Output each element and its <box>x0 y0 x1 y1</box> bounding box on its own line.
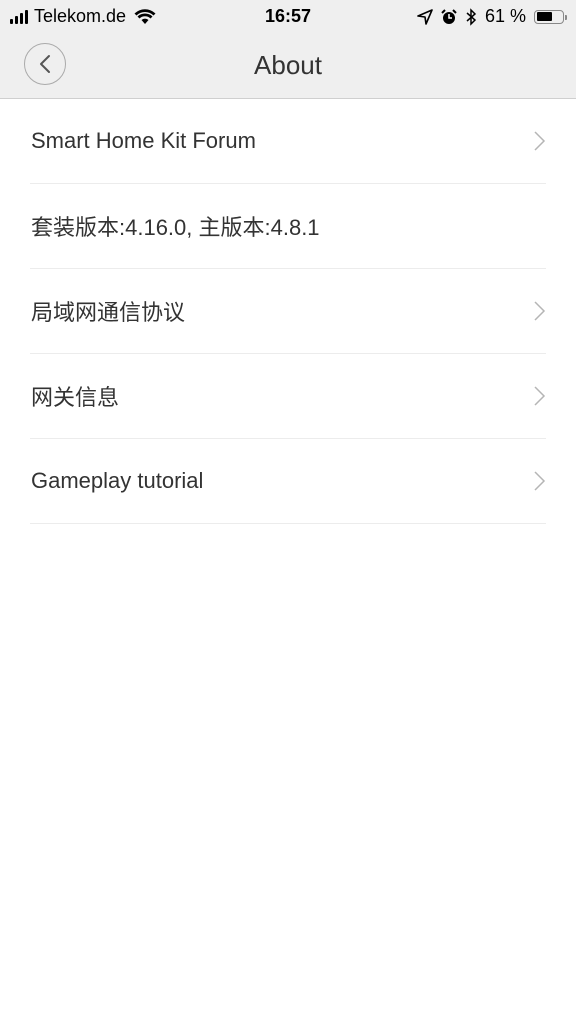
chevron-right-icon <box>534 301 546 321</box>
bluetooth-icon <box>466 7 477 26</box>
location-icon <box>417 8 433 25</box>
list-item-label: Smart Home Kit Forum <box>31 128 256 153</box>
page-title: About <box>254 50 322 80</box>
chevron-right-icon <box>534 131 546 151</box>
chevron-right-icon <box>534 471 546 491</box>
list-item-label: 局域网通信协议 <box>31 300 186 325</box>
battery-percent: 61 % <box>484 6 526 26</box>
list-item-forum[interactable]: Smart Home Kit Forum <box>30 99 546 184</box>
status-bar: Telekom.de 16:57 61 % <box>0 0 576 34</box>
list-item-label: 网关信息 <box>31 385 120 410</box>
list-item-version: 套装版本:4.16.0, 主版本:4.8.1 <box>30 184 546 269</box>
list-item-label: Gameplay tutorial <box>31 468 204 493</box>
about-list: Smart Home Kit Forum 套装版本:4.16.0, 主版本:4.… <box>0 99 576 524</box>
battery-fill <box>536 12 552 21</box>
status-right: 61 % <box>417 6 567 27</box>
list-item-gameplay-tutorial[interactable]: Gameplay tutorial <box>30 439 546 524</box>
battery-icon <box>534 9 567 24</box>
version-info: 套装版本:4.16.0, 主版本:4.8.1 <box>31 215 320 240</box>
chevron-right-icon <box>534 386 546 406</box>
alarm-icon <box>441 8 457 24</box>
list-item-gateway-info[interactable]: 网关信息 <box>30 354 546 439</box>
list-item-lan-protocol[interactable]: 局域网通信协议 <box>30 269 546 354</box>
navigation-bar: About <box>0 34 576 99</box>
